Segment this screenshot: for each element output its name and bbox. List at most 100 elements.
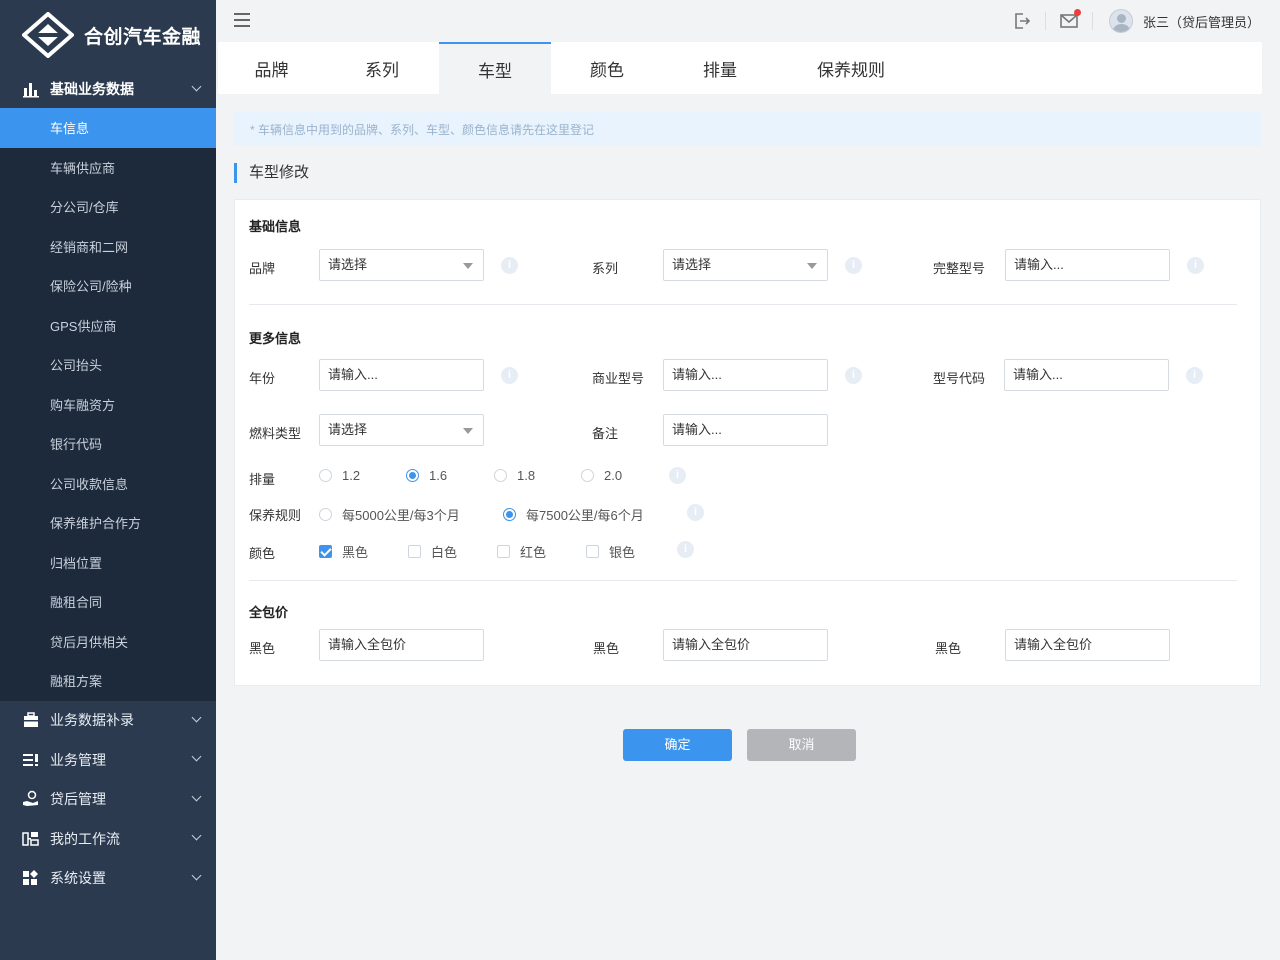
color-checkbox-white[interactable]: 白色 [408,542,457,561]
info-icon[interactable]: i [501,367,518,384]
tab-series[interactable]: 系列 [325,42,439,94]
sidebar-item-lease-plan[interactable]: 融租方案 [0,661,216,701]
avatar[interactable] [1108,9,1133,33]
logo[interactable]: 合创汽车金融 [0,0,216,70]
info-icon[interactable]: i [501,257,518,274]
cancel-button[interactable]: 取消 [747,729,856,761]
info-icon[interactable]: i [687,504,704,521]
sidebar-item-bank-code[interactable]: 银行代码 [0,424,216,464]
chevron-down-icon [191,791,202,801]
tab-model[interactable]: 车型 [439,42,551,94]
model-code-input[interactable]: 请输入... [1004,359,1169,391]
radio[interactable] [406,469,419,482]
full-model-input[interactable]: 请输入... [1005,249,1170,281]
sidebar-item-insurance[interactable]: 保险公司/险种 [0,266,216,306]
color-checkbox-red[interactable]: 红色 [497,542,546,561]
maintenance-radio-5000[interactable]: 每5000公里/每3个月 [319,505,460,524]
nav-group-label: 基础业务数据 [50,81,134,97]
tab-color[interactable]: 颜色 [551,42,663,94]
workflow-icon [22,831,39,846]
color-checkbox-silver[interactable]: 银色 [586,542,635,561]
app-name: 合创汽车金融 [84,26,202,48]
confirm-button[interactable]: 确定 [623,729,732,761]
nav-group-data-supplement[interactable]: 业务数据补录 [0,701,216,741]
sidebar-item-maintenance-partner[interactable]: 保养维护合作方 [0,503,216,543]
displacement-radio-2-0[interactable]: 2.0 [581,468,622,483]
checkbox[interactable] [586,545,599,558]
price-label-2: 黑色 [593,641,620,656]
displacement-radio-1-8[interactable]: 1.8 [494,468,535,483]
brand-label: 品牌 [249,261,276,276]
nav-group-business-mgmt[interactable]: 业务管理 [0,740,216,780]
sidebar-item-gps-supplier[interactable]: GPS供应商 [0,306,216,346]
fuel-type-label: 燃料类型 [249,426,302,441]
info-icon[interactable]: i [845,257,862,274]
chevron-down-icon [191,712,202,722]
nav-group-settings[interactable]: 系统设置 [0,859,216,899]
user-name: 张三（贷后管理员） [1142,14,1260,30]
sidebar-item-financier[interactable]: 购车融资方 [0,385,216,425]
more-info-heading: 更多信息 [249,331,302,346]
displacement-radio-1-2[interactable]: 1.2 [319,468,360,483]
radio[interactable] [494,469,507,482]
divider [1091,12,1093,30]
checkbox[interactable] [319,545,332,558]
form-card: 基础信息 品牌 请选择 i 系列 请选择 i 完整型号 请输入... i 更多信… [234,199,1261,686]
menu-toggle-icon[interactable] [234,13,250,27]
nav-group-workflow[interactable]: 我的工作流 [0,819,216,859]
commercial-model-input[interactable]: 请输入... [663,359,828,391]
tab-brand[interactable]: 品牌 [218,42,325,94]
sidebar-item-company-header[interactable]: 公司抬头 [0,345,216,385]
radio[interactable] [503,508,516,521]
sidebar-item-branch-warehouse[interactable]: 分公司/仓库 [0,187,216,227]
settings-grid-icon [23,870,38,886]
sidebar-item-payment-info[interactable]: 公司收款信息 [0,464,216,504]
info-icon[interactable]: i [1187,257,1204,274]
info-icon[interactable]: i [669,467,686,484]
maintenance-label: 保养规则 [249,508,302,523]
year-label: 年份 [249,371,276,386]
radio[interactable] [319,508,332,521]
maintenance-radio-7500[interactable]: 每7500公里/每6个月 [503,505,644,524]
sidebar-item-car-info[interactable]: 车信息 [0,108,216,148]
price-input-1[interactable]: 请输入全包价 [319,629,484,661]
checkbox[interactable] [408,545,421,558]
mail-icon[interactable] [1060,9,1081,30]
sidebar-item-dealer[interactable]: 经销商和二网 [0,227,216,267]
info-icon[interactable]: i [845,367,862,384]
price-input-3[interactable]: 请输入全包价 [1005,629,1170,661]
sidebar-item-archive-location[interactable]: 归档位置 [0,543,216,583]
option-label: 1.8 [517,468,536,483]
page-title: 车型修改 [234,163,309,183]
year-input[interactable]: 请输入... [319,359,484,391]
nav-group-label: 业务数据补录 [50,712,134,729]
color-checkbox-black[interactable]: 黑色 [319,542,368,561]
sidebar-item-monthly-payment[interactable]: 贷后月供相关 [0,622,216,662]
sidebar-item-vehicle-supplier[interactable]: 车辆供应商 [0,148,216,188]
info-icon[interactable]: i [1186,367,1203,384]
logout-icon[interactable] [1013,12,1031,30]
sidebar-item-lease-contract[interactable]: 融租合同 [0,582,216,622]
nav-group-header-basic-data[interactable]: 基础业务数据 [0,70,216,108]
divider [1044,12,1046,30]
remark-input[interactable]: 请输入... [663,414,828,446]
price-input-2[interactable]: 请输入全包价 [663,629,828,661]
series-select[interactable]: 请选择 [663,249,828,281]
displacement-radio-1-6[interactable]: 1.6 [406,468,447,483]
sidebar: 合创汽车金融 基础业务数据 车信息 车辆供应商 分公司/仓库 经销商和二网 保险… [0,0,216,960]
fuel-type-select[interactable]: 请选择 [319,414,484,446]
info-icon[interactable]: i [677,541,694,558]
checkbox[interactable] [497,545,510,558]
user-menu[interactable]: 张三（贷后管理员） [1108,9,1260,33]
logo-icon [22,12,74,58]
color-label: 颜色 [249,546,276,561]
tab-displacement[interactable]: 排量 [663,42,777,94]
brand-select[interactable]: 请选择 [319,249,484,281]
tab-maintenance-rule[interactable]: 保养规则 [777,42,925,94]
radio[interactable] [581,469,594,482]
radio[interactable] [319,469,332,482]
list-icon [23,753,38,766]
chevron-down-icon [191,81,202,92]
nav-group-post-loan[interactable]: 贷后管理 [0,780,216,820]
chevron-down-icon [191,830,202,841]
